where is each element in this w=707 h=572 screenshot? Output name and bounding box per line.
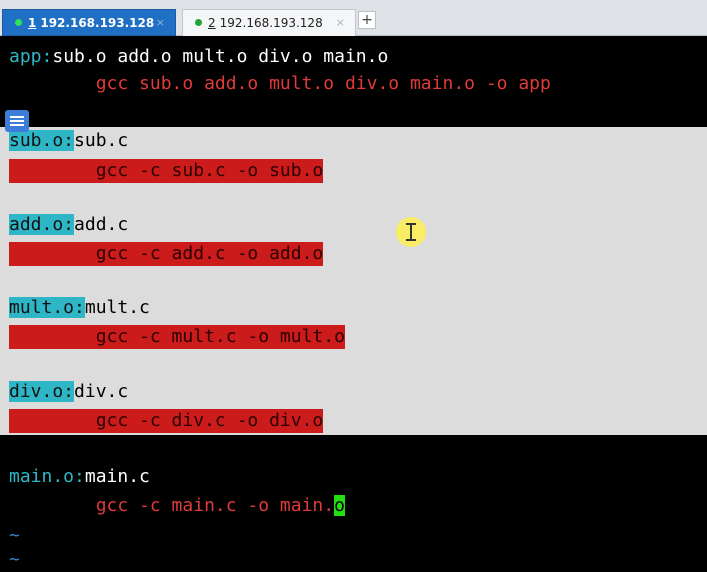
makefile-line: gcc -c mult.c -o mult.o [9, 325, 345, 349]
tab-bar: 1 192.168.193.128 × 2 192.168.193.128 × + [0, 0, 707, 36]
hamburger-menu-icon[interactable] [5, 110, 29, 132]
tab-label: 192.168.193.128 [219, 16, 323, 30]
text-cursor: o [334, 495, 345, 516]
tab-number: 2 [208, 16, 216, 30]
makefile-line: gcc -c add.c -o add.o [9, 242, 324, 266]
makefile-line: main.o:main.c [9, 466, 150, 487]
makefile-line: app:sub.o add.o mult.o div.o main.o [9, 46, 389, 67]
tab-label: 192.168.193.128 [40, 16, 155, 30]
makefile-line: div.o:div.c [9, 381, 129, 402]
makefile-line: sub.o:sub.c [9, 130, 129, 151]
tab-session-2[interactable]: 2 192.168.193.128 × [182, 9, 356, 36]
empty-line-marker: ~ [9, 525, 20, 546]
connection-status-icon [15, 19, 22, 26]
connection-status-icon [195, 19, 202, 26]
makefile-line: gcc -c sub.c -o sub.o [9, 159, 324, 183]
tab-number: 1 [28, 16, 37, 30]
tab-session-1[interactable]: 1 192.168.193.128 × [2, 9, 176, 36]
makefile-line: gcc -c div.c -o div.o [9, 409, 324, 433]
makefile-line: gcc sub.o add.o mult.o div.o main.o -o a… [9, 73, 551, 94]
close-tab-icon[interactable]: × [336, 10, 345, 36]
terminal-view[interactable]: app:sub.o add.o mult.o div.o main.o gcc … [0, 37, 707, 570]
mouse-ibeam-cursor-icon [396, 217, 426, 247]
makefile-line: mult.o:mult.c [9, 297, 150, 318]
makefile-line: add.o:add.c [9, 214, 129, 235]
empty-line-marker: ~ [9, 549, 20, 570]
new-tab-button[interactable]: + [358, 11, 376, 29]
makefile-line: gcc -c main.c -o main.o [9, 495, 345, 516]
close-tab-icon[interactable]: × [156, 10, 165, 36]
